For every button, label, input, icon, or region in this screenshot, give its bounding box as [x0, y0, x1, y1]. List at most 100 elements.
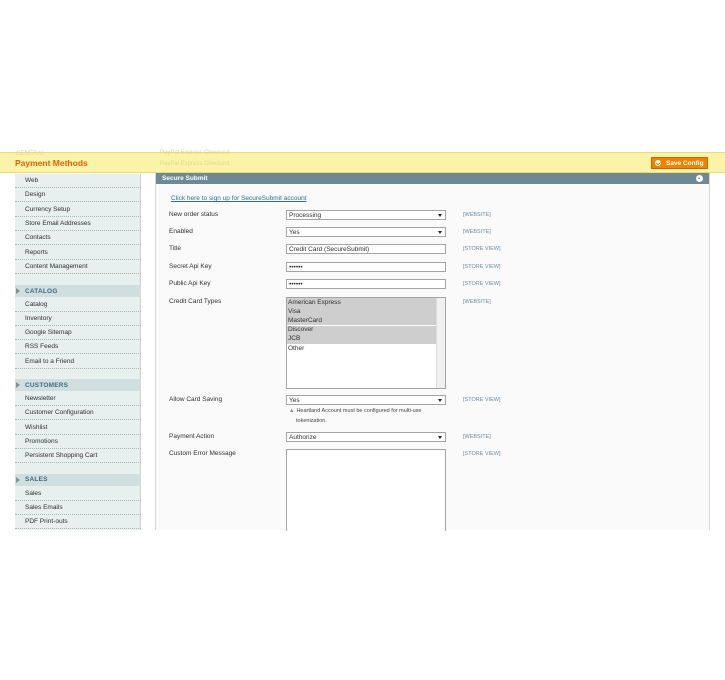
scope-label: [WEBSITE]	[463, 212, 491, 218]
sidebar-item-label: Promotions	[25, 437, 58, 445]
input-value: Credit Card (SecureSubmit)	[289, 246, 370, 253]
sidebar-item-persistent-cart[interactable]: Persistent Shopping Cart	[15, 449, 141, 464]
save-config-button[interactable]: Save Config	[651, 157, 708, 169]
option-label: American Express	[288, 298, 341, 306]
option-label: Discover	[288, 326, 314, 334]
sidebar-item-store-email[interactable]: Store Email Addresses	[15, 217, 141, 231]
sidebar-item-label: Wishlist	[25, 423, 48, 431]
card-saving-label: Allow Card Saving	[169, 396, 223, 403]
info-icon: ▲	[289, 408, 295, 414]
sidebar-item-currency-setup[interactable]: Currency Setup	[15, 203, 141, 217]
scope-label: [STORE VIEW]	[463, 397, 501, 403]
cc-type-option[interactable]: Visa	[287, 307, 438, 317]
expand-arrow-icon	[16, 288, 20, 294]
sidebar-item-google-sitemap[interactable]: Google Sitemap	[15, 326, 141, 341]
multiselect-scrollbar[interactable]	[436, 298, 445, 388]
config-sidebar: Web Design Currency Setup Store Email Ad…	[15, 174, 141, 530]
sidebar-item-design[interactable]: Design	[15, 188, 141, 203]
scope-label: [STORE VIEW]	[463, 281, 501, 287]
cc-types-multiselect[interactable]: American Express Visa MasterCard Discove…	[286, 297, 446, 389]
sidebar-item-catalog[interactable]: Catalog	[15, 298, 141, 312]
sidebar-item-web[interactable]: Web	[15, 174, 141, 188]
scope-label: [STORE VIEW]	[463, 246, 501, 252]
payment-action-select[interactable]: Authorize	[286, 432, 446, 442]
select-value: Authorize	[289, 434, 317, 441]
sidebar-item-label: RSS Feeds	[25, 343, 59, 351]
sidebar-item-customer-configuration[interactable]: Customer Configuration	[15, 406, 141, 421]
cc-type-option[interactable]: Other	[287, 344, 438, 353]
title-label: Title	[169, 245, 182, 252]
chevron-down-icon	[438, 399, 442, 402]
sidebar-group-customers[interactable]: CUSTOMERS	[15, 379, 141, 391]
sidebar-item-sales-emails[interactable]: Sales Emails	[15, 501, 141, 515]
sidebar-item-label: Persistent Shopping Cart	[25, 452, 98, 460]
input-value: ••••••	[289, 281, 303, 288]
card-saving-select[interactable]: Yes	[286, 395, 446, 405]
scope-label: [STORE VIEW]	[463, 451, 501, 457]
sidebar-item-label: Reports	[25, 248, 48, 256]
select-value: Yes	[289, 229, 300, 236]
error-message-textarea[interactable]	[286, 449, 446, 531]
public-key-input[interactable]: ••••••	[286, 279, 446, 289]
scope-label: [WEBSITE]	[463, 229, 491, 235]
option-label: MasterCard	[288, 316, 322, 324]
sidebar-group-sales[interactable]: SALES	[15, 473, 141, 486]
collapse-icon[interactable]	[696, 175, 703, 182]
sidebar-item-pdf-printouts[interactable]: PDF Print-outs	[15, 515, 141, 530]
cc-type-option[interactable]: Discover	[287, 325, 438, 335]
cc-type-option[interactable]: American Express	[287, 298, 438, 307]
sidebar-group-heading: CUSTOMERS	[25, 381, 69, 389]
sidebar-item-sales[interactable]: Sales	[15, 487, 141, 501]
select-value: Processing	[289, 212, 322, 219]
sidebar-group-catalog[interactable]: CATALOG	[15, 285, 141, 297]
sidebar-item-email-friend[interactable]: Email to a Friend	[15, 355, 141, 369]
sidebar-item-reports[interactable]: Reports	[15, 246, 141, 260]
sidebar-item-label: Sales	[25, 489, 42, 497]
sidebar-item-label: PDF Print-outs	[25, 518, 68, 526]
ghost-section-label: PayPal Express Checkout	[160, 161, 230, 167]
enabled-select[interactable]: Yes	[286, 227, 446, 237]
sidebar-item-label: Currency Setup	[25, 205, 71, 213]
cc-type-option[interactable]: MasterCard	[287, 316, 438, 326]
secret-key-label: Secret Api Key	[169, 263, 212, 270]
sidebar-item-label: Email to a Friend	[25, 357, 75, 365]
sidebar-item-label: Catalog	[25, 300, 48, 308]
sidebar-item-label: Google Sitemap	[25, 329, 72, 337]
chevron-down-icon	[438, 231, 442, 234]
scope-label: [WEBSITE]	[463, 299, 491, 305]
signup-link[interactable]: Click here to sign up for SecureSubmit a…	[171, 195, 306, 202]
cc-type-option[interactable]: JCB	[287, 334, 438, 344]
sidebar-group-heading: CATALOG	[25, 287, 58, 295]
sidebar-item-promotions[interactable]: Promotions	[15, 435, 141, 449]
order-status-label: New order status	[169, 211, 219, 218]
order-status-select[interactable]: Processing	[286, 210, 446, 220]
section-header[interactable]: Secure Submit	[156, 173, 709, 184]
section-title: Secure Submit	[162, 174, 208, 182]
sidebar-item-label: Web	[25, 177, 39, 184]
sidebar-item-rss-feeds[interactable]: RSS Feeds	[15, 340, 141, 355]
option-label: Other	[288, 344, 305, 352]
title-input[interactable]: Credit Card (SecureSubmit)	[286, 244, 446, 254]
select-value: Yes	[289, 397, 300, 404]
secret-key-input[interactable]: ••••••	[286, 262, 446, 272]
sidebar-item-label: Content Management	[25, 262, 88, 270]
option-label: JCB	[288, 335, 301, 343]
checkmark-icon	[655, 160, 661, 166]
option-label: Visa	[288, 307, 301, 315]
ghost-section-label: GENERAL	[16, 151, 45, 157]
sidebar-item-wishlist[interactable]: Wishlist	[15, 421, 141, 435]
sidebar-item-newsletter[interactable]: Newsletter	[15, 392, 141, 406]
expand-arrow-icon	[16, 476, 20, 483]
page-header-bar: GENERAL PayPal Express Checkout PayPal E…	[0, 150, 725, 173]
sidebar-item-content-management[interactable]: Content Management	[15, 260, 141, 274]
sidebar-item-label: Design	[25, 191, 46, 199]
sidebar-item-inventory[interactable]: Inventory	[15, 312, 141, 326]
ghost-section-label: PayPal Express Checkout	[160, 150, 230, 156]
sidebar-item-label: Sales Emails	[25, 503, 63, 511]
chevron-down-icon	[438, 436, 442, 439]
card-saving-note: ▲ Heartland Account must be configured fo…	[289, 406, 449, 426]
scope-label: [WEBSITE]	[463, 434, 491, 440]
sidebar-item-label: Inventory	[25, 314, 52, 322]
sidebar-item-contacts[interactable]: Contacts	[15, 231, 141, 246]
public-key-label: Public Api Key	[169, 280, 211, 287]
